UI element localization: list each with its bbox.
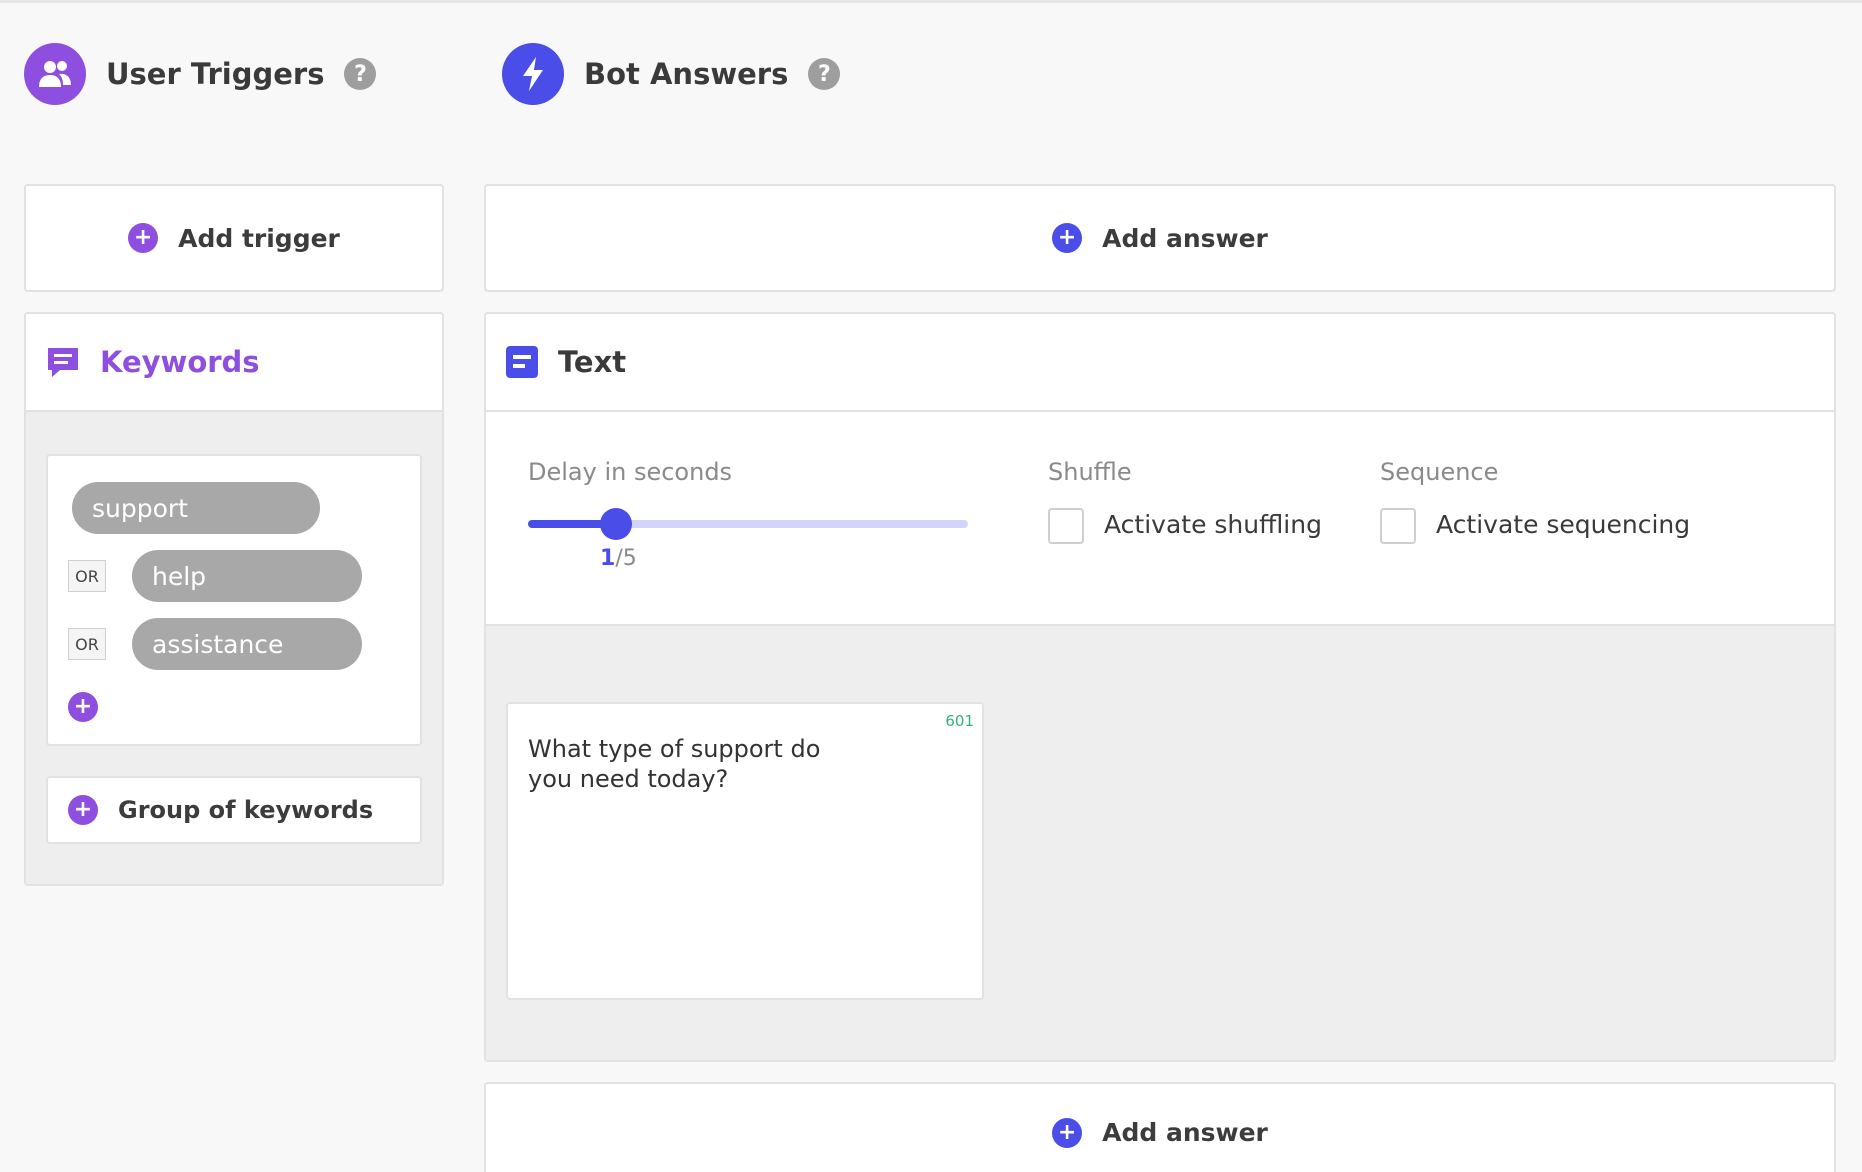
keyword-pill[interactable]: help	[132, 550, 362, 602]
delay-value: 1/5	[600, 546, 637, 571]
bolt-icon	[502, 43, 564, 105]
add-answer-button[interactable]: + Add answer	[484, 184, 1836, 292]
keywords-title: Keywords	[100, 345, 260, 379]
message-textarea[interactable]: 601 What type of support do you need tod…	[506, 702, 984, 1000]
shuffle-checkbox[interactable]	[1048, 508, 1084, 544]
sequence-checkbox[interactable]	[1380, 508, 1416, 544]
plus-icon: +	[1052, 223, 1083, 253]
answers-help-icon[interactable]: ?	[808, 58, 841, 90]
message-text[interactable]: What type of support do you need today?	[528, 734, 868, 794]
add-answer-bottom-label: Add answer	[1102, 1118, 1268, 1147]
sequence-label: Sequence	[1380, 458, 1499, 486]
sequence-option-label[interactable]: Activate sequencing	[1436, 510, 1690, 539]
chat-icon	[48, 348, 78, 377]
keyword-pill[interactable]: support	[72, 482, 320, 534]
keywords-card: Keywords support OR help OR assistance +…	[24, 312, 444, 886]
shuffle-option-label[interactable]: Activate shuffling	[1104, 510, 1322, 539]
text-block-icon	[506, 346, 538, 378]
or-badge: OR	[68, 560, 106, 592]
users-icon	[24, 43, 86, 105]
add-answer-bottom-button[interactable]: + Add answer	[484, 1082, 1836, 1172]
keyword-group: support OR help OR assistance +	[46, 454, 422, 746]
char-counter: 601	[945, 712, 974, 730]
plus-icon: +	[68, 795, 98, 825]
add-trigger-button[interactable]: + Add trigger	[24, 184, 444, 292]
plus-icon: +	[128, 223, 159, 253]
bot-answers-header: Bot Answers ?	[502, 43, 841, 105]
plus-icon: +	[1052, 1118, 1083, 1148]
message-area: 601 What type of support do you need tod…	[486, 624, 1834, 1060]
user-triggers-header: User Triggers ?	[24, 43, 377, 105]
text-card-title: Text	[558, 345, 627, 379]
add-answer-label: Add answer	[1102, 223, 1268, 253]
triggers-help-icon[interactable]: ?	[344, 58, 377, 90]
group-of-keywords-label: Group of keywords	[118, 796, 374, 824]
or-badge: OR	[68, 628, 106, 660]
group-of-keywords-button[interactable]: + Group of keywords	[46, 776, 422, 844]
text-answer-card: Text Delay in seconds 1/5 Shuffle Activa…	[484, 312, 1836, 1062]
delay-label: Delay in seconds	[528, 458, 733, 486]
keywords-body: support OR help OR assistance + + Group …	[26, 412, 442, 884]
add-trigger-label: Add trigger	[178, 223, 340, 253]
keyword-pill[interactable]: assistance	[132, 618, 362, 670]
delay-slider-handle[interactable]	[600, 508, 632, 540]
bot-answers-title: Bot Answers	[584, 57, 789, 91]
user-triggers-title: User Triggers	[106, 57, 325, 91]
add-keyword-button[interactable]: +	[68, 692, 98, 722]
shuffle-label: Shuffle	[1048, 458, 1132, 486]
top-divider	[0, 0, 1862, 3]
